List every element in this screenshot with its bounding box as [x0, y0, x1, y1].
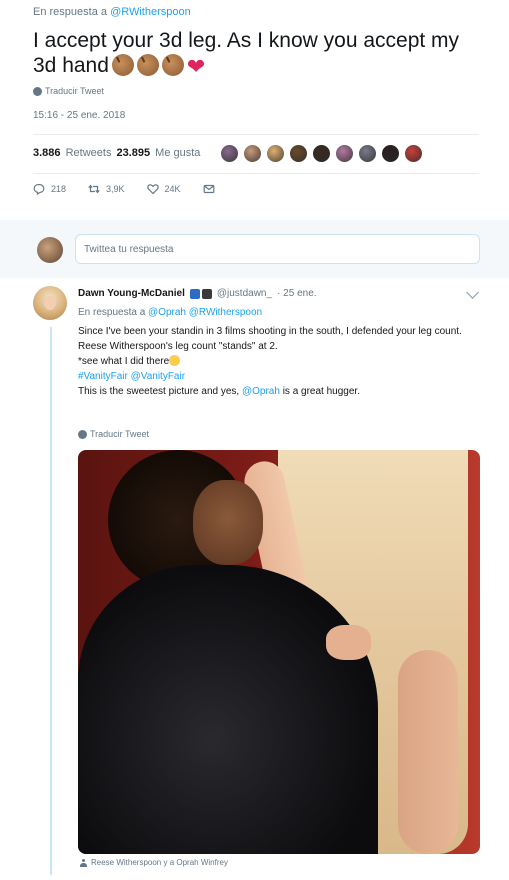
globe-icon — [78, 429, 87, 439]
reply-author-avatar[interactable] — [33, 286, 67, 320]
likes-label: Me gusta — [155, 147, 201, 159]
retweets-label: Retweets — [65, 147, 112, 159]
reply-body-line: Reese Witherspoon's leg count "stands" a… — [78, 341, 278, 352]
liker-avatar[interactable] — [381, 144, 400, 163]
main-tweet: En respuesta a @RWitherspoon I accept yo… — [0, 0, 509, 220]
hashtag-mention-link[interactable]: #VanityFair @VanityFair — [78, 369, 478, 384]
liker-avatars — [220, 144, 423, 163]
reply-context: En respuesta a @RWitherspoon — [33, 6, 191, 18]
like-count: 24K — [164, 184, 181, 194]
clapping-hands-emoji-icon — [111, 54, 134, 76]
photo-black-dress — [78, 565, 378, 854]
tweet-actions: 218 3,9K 24K — [33, 183, 237, 195]
reply-context-label: En respuesta a — [33, 6, 107, 18]
reply-body-line-text: *see what I did there — [78, 356, 170, 367]
reply-context-handles-link[interactable]: @Oprah @RWitherspoon — [148, 307, 262, 318]
reply-input[interactable]: Twittea tu respuesta — [75, 234, 480, 264]
reply-action[interactable]: 218 — [33, 183, 66, 195]
reply-body-line: This is the sweetest picture and yes, @O… — [78, 384, 478, 399]
envelope-icon — [203, 184, 214, 194]
clapper-board-emoji-icon — [201, 288, 212, 299]
reply-body-line: *see what I did there — [78, 354, 478, 369]
liker-avatar[interactable] — [312, 144, 331, 163]
photo-face — [193, 480, 263, 565]
translate-tweet-label: Traducir Tweet — [45, 86, 105, 96]
relieved-face-emoji-icon — [169, 355, 181, 366]
divider — [33, 134, 479, 135]
tweet-text-line-1: I accept your 3d leg. As I know you acce… — [33, 29, 460, 52]
red-heart-emoji-icon: ❤ — [186, 54, 206, 79]
retweets-count: 3.886 — [33, 147, 61, 159]
reply-author-name[interactable]: Dawn Young-McDaniel — [78, 288, 185, 299]
liker-avatar[interactable] — [404, 144, 423, 163]
photo-caption-text: Reese Witherspoon y a Oprah Winfrey — [91, 858, 228, 867]
liker-avatar[interactable] — [358, 144, 377, 163]
current-user-avatar — [37, 237, 63, 263]
person-tag-icon — [80, 858, 87, 867]
reply-author-header: Dawn Young-McDaniel @justdawn_ · 25 ene. — [78, 288, 317, 299]
tweet-text-line-2: 3d hand — [33, 54, 109, 77]
reply-bubble-icon — [33, 183, 45, 195]
retweets-stat[interactable]: 3.886 Retweets — [33, 147, 111, 159]
wheelchair-emoji-icon — [189, 288, 200, 299]
translate-tweet-label: Traducir Tweet — [90, 429, 150, 439]
globe-icon — [33, 86, 42, 96]
direct-message-action[interactable] — [203, 183, 215, 195]
likes-stat[interactable]: 23.895 Me gusta — [116, 147, 200, 159]
retweet-action[interactable]: 3,9K — [88, 183, 125, 195]
mention-link[interactable]: @Oprah — [242, 386, 280, 397]
reply-context-handle-link[interactable]: @RWitherspoon — [110, 6, 191, 18]
liker-avatar[interactable] — [335, 144, 354, 163]
thread-connector-line — [50, 327, 52, 875]
reply-tweet-context: En respuesta a @Oprah @RWitherspoon — [78, 307, 262, 318]
liker-avatar[interactable] — [243, 144, 262, 163]
photo-caption[interactable]: Reese Witherspoon y a Oprah Winfrey — [80, 858, 228, 867]
heart-outline-icon — [146, 184, 159, 195]
reply-author-handle[interactable]: @justdawn_ — [217, 288, 272, 299]
liker-avatar[interactable] — [289, 144, 308, 163]
reply-context-label: En respuesta a — [78, 307, 146, 318]
reply-body-line: Since I've been your standin in 3 films … — [78, 326, 462, 337]
tweet-text: I accept your 3d leg. As I know you acce… — [33, 28, 503, 79]
clapping-hands-emoji-icon — [161, 54, 184, 76]
reply-body-line-text: This is the sweetest picture and yes, — [78, 386, 240, 397]
like-action[interactable]: 24K — [146, 183, 181, 195]
tweet-photo[interactable] — [78, 450, 480, 854]
liker-avatar[interactable] — [220, 144, 239, 163]
reply-tweet-body: Since I've been your standin in 3 films … — [78, 324, 478, 399]
translate-tweet-link[interactable]: Traducir Tweet — [33, 86, 104, 96]
photo-hand — [326, 625, 371, 660]
reply-count: 218 — [51, 184, 67, 194]
retweet-arrows-icon — [88, 184, 100, 194]
likes-count: 23.895 — [116, 147, 151, 159]
clapping-hands-emoji-icon — [136, 54, 159, 76]
name-emoji-badges — [189, 288, 212, 299]
tweet-stats: 3.886 Retweets 23.895 Me gusta — [33, 147, 200, 159]
reply-date[interactable]: · 25 ene. — [277, 288, 316, 299]
tweet-timestamp[interactable]: 15:16 - 25 ene. 2018 — [33, 110, 125, 121]
divider — [33, 173, 479, 174]
translate-tweet-link[interactable]: Traducir Tweet — [78, 429, 149, 439]
retweet-count: 3,9K — [106, 184, 125, 194]
liker-avatar[interactable] — [266, 144, 285, 163]
reply-body-line-text: is a great hugger. — [282, 386, 360, 397]
photo-leg — [398, 650, 458, 854]
